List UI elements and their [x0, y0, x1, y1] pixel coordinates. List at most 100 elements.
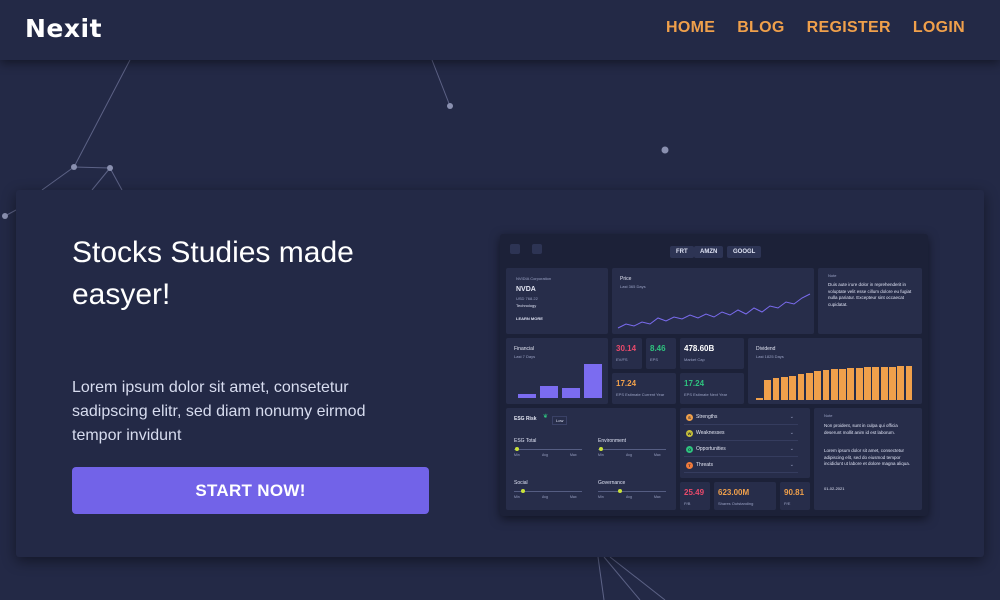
swot-label: Threats: [696, 462, 713, 468]
metric-box: 90.81 P/E: [780, 482, 810, 510]
metric-label: P/B: [684, 501, 691, 506]
dividend-bar: [897, 366, 905, 400]
swot-row-threats: T Threats ⌄: [684, 459, 798, 473]
metric-value: 17.24: [616, 379, 637, 388]
esg-item-label: Governance: [598, 480, 626, 486]
company-price: USD 768.22: [516, 296, 538, 301]
hero-headline: Stocks Studies made easyer!: [72, 236, 354, 311]
financial-subtitle: Last 7 Days: [514, 354, 536, 359]
esg-scale-label: Avg: [626, 453, 632, 457]
dividend-bar: [847, 368, 855, 400]
brand-logo[interactable]: Nexit: [25, 14, 102, 43]
nav-link-register[interactable]: REGISTER: [807, 19, 891, 37]
menu-icon: [510, 244, 520, 254]
esg-scale-label: Avg: [626, 495, 632, 499]
metric-value: 17.24: [684, 379, 705, 388]
financial-panel: Financial Last 7 Days: [506, 338, 608, 404]
dashboard-toolbar: FRT AMZN GOOGL: [500, 234, 928, 262]
dividend-bar: [905, 366, 913, 400]
esg-item: Governance Min Avg Max: [598, 480, 668, 502]
nav-link-home[interactable]: HOME: [666, 19, 715, 37]
note-title: Note: [824, 413, 833, 418]
weaknesses-badge-icon: W: [686, 430, 693, 437]
ticker-chip: AMZN: [694, 246, 724, 258]
dividend-bar: [756, 397, 763, 400]
esg-level-marker: [520, 489, 525, 493]
metric-label: EV/FS: [616, 357, 628, 362]
dividend-bar: [830, 369, 838, 400]
company-full-name: NVIDIA Corporation: [516, 276, 552, 281]
dividend-bar: [764, 379, 772, 400]
dividend-bar: [822, 370, 830, 400]
metric-box: 478.60B Market Cap: [680, 338, 744, 369]
financial-bar: [518, 393, 536, 398]
metric-value: 25.49: [684, 488, 705, 497]
esg-item-label: ESG Total: [514, 438, 537, 444]
esg-scale-label: Avg: [542, 453, 548, 457]
metric-box: 17.24 EPS Estimate Next Year: [680, 373, 744, 404]
esg-item-label: Social: [514, 480, 528, 486]
esg-scale-label: Max: [570, 495, 577, 499]
start-now-button[interactable]: START NOW!: [72, 467, 429, 514]
financial-bar-chart: [514, 364, 604, 398]
nav-link-blog[interactable]: BLOG: [737, 19, 784, 37]
dividend-bar: [814, 371, 822, 400]
note-panel-top: Note Duis aute irure dolor in reprehende…: [818, 268, 922, 334]
metric-value: 478.60B: [684, 344, 715, 353]
esg-scale-label: Max: [654, 495, 661, 499]
metric-box: 25.49 P/B: [680, 482, 710, 510]
price-chart-panel: Price Last 365 Days: [612, 268, 814, 334]
financial-bar: [562, 387, 580, 398]
chat-icon: [532, 244, 542, 254]
dividend-bar-chart: [756, 366, 914, 400]
dividend-bar: [839, 368, 846, 400]
company-sector: Technology: [516, 303, 537, 308]
opportunities-badge-icon: O: [686, 446, 693, 453]
dividend-bar: [855, 367, 863, 400]
price-line-chart: [617, 293, 811, 329]
metric-label: Market Cap: [684, 357, 705, 362]
swot-panel: S Strengths ⌄ W Weaknesses ⌄ O Opportuni…: [680, 408, 810, 478]
nav-link-login[interactable]: LOGIN: [913, 19, 965, 37]
esg-level-track: [598, 491, 666, 492]
esg-item: Environment Min Avg Max: [598, 438, 668, 460]
note-panel-bottom: Note Non proident, sunt in culpa qui off…: [814, 408, 922, 510]
esg-scale-label: Min: [514, 495, 520, 499]
dividend-bar: [789, 375, 797, 400]
dividend-title: Dividend: [756, 346, 776, 352]
company-panel: NVIDIA Corporation NVDA USD 768.22 Techn…: [506, 268, 608, 334]
metric-box: 30.14 EV/FS: [612, 338, 642, 369]
threats-badge-icon: T: [686, 462, 693, 469]
metric-label: EPS Estimate Current Year: [616, 392, 665, 397]
dividend-bar: [797, 374, 805, 400]
ticker-chip: FRT: [670, 246, 694, 258]
hero-card: Stocks Studies made easyer! Lorem ipsum …: [16, 190, 984, 557]
chevron-down-icon: ⌄: [789, 414, 794, 420]
esg-level-track: [598, 449, 666, 450]
chevron-down-icon: ⌄: [789, 462, 794, 468]
esg-risk-panel: ESG Risk ❦ Low ESG Total Min Avg Max Environ…: [506, 408, 676, 510]
financial-title: Financial: [514, 346, 535, 352]
metric-label: P/E: [784, 501, 791, 506]
esg-level-track: [514, 449, 582, 450]
nav-links: HOME BLOG REGISTER LOGIN: [666, 19, 965, 37]
swot-label: Weaknesses: [696, 430, 725, 436]
hero-description: Lorem ipsum dolor sit amet, consetetur s…: [72, 379, 366, 444]
esg-scale-label: Min: [514, 453, 520, 457]
esg-item: ESG Total Min Avg Max: [514, 438, 584, 460]
dividend-bar: [864, 367, 871, 400]
dividend-subtitle: Last 1825 Days: [756, 354, 784, 359]
company-ticker: NVDA: [516, 286, 536, 293]
swot-label: Strengths: [696, 414, 718, 420]
esg-scale-label: Max: [570, 453, 577, 457]
learn-more-link: LEARN MORE: [516, 316, 543, 321]
leaf-icon: ❦: [543, 414, 549, 420]
swot-row-weaknesses: W Weaknesses ⌄: [684, 427, 798, 441]
note-title: Note: [828, 273, 837, 278]
metric-label: EPS Estimate Next Year: [684, 392, 728, 397]
esg-item: Social Min Avg Max: [514, 480, 584, 502]
note-text: Non proident, sunt in culpa qui officia …: [824, 423, 898, 435]
esg-scale-label: Min: [598, 495, 604, 499]
dividend-bar: [872, 367, 880, 400]
metric-value: 623.00M: [718, 488, 750, 497]
